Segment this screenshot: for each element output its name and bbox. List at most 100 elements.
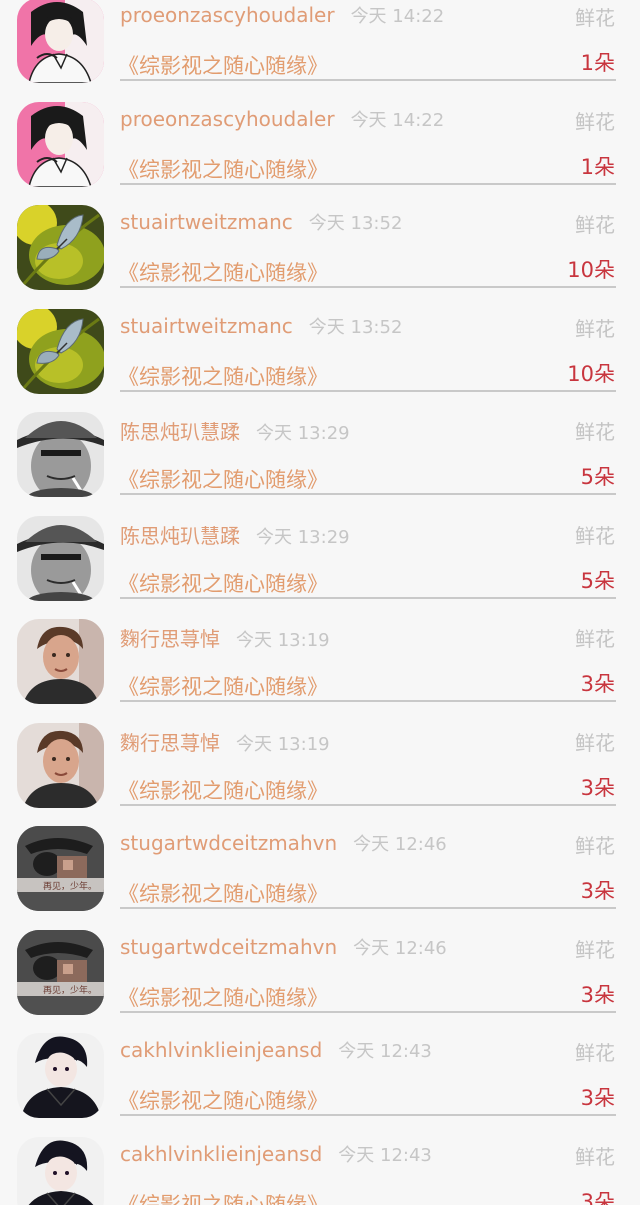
book-title-link[interactable]: 《综影视之随心随缘》 bbox=[118, 982, 328, 1012]
username-line: proeonzascyhoudaler 今天 14:22 bbox=[120, 106, 444, 132]
username[interactable]: cakhlvinklieinjeansd bbox=[120, 1038, 322, 1062]
girl-hat-photo-avatar[interactable]: 再见，少年。 bbox=[17, 826, 104, 911]
row-divider bbox=[120, 389, 616, 392]
gift-amount: 10朵 bbox=[567, 361, 615, 386]
gift-type-label: 鲜花 bbox=[575, 1144, 615, 1169]
gift-record-row[interactable]: 陈思炖玐慧蹂 今天 13:29 鲜花 《综影视之随心随缘》 5朵 bbox=[0, 394, 640, 498]
svg-text:再见，少年。: 再见，少年。 bbox=[43, 880, 97, 892]
gift-time: 今天 12:46 bbox=[353, 834, 447, 855]
gift-amount: 3朵 bbox=[580, 672, 615, 696]
gift-amount: 3朵 bbox=[580, 982, 615, 1007]
gift-amount: 3朵 bbox=[580, 775, 615, 800]
book-title-link[interactable]: 《综影视之随心随缘》 bbox=[118, 1085, 328, 1115]
book-title-link[interactable]: 《综影视之随心随缘》 bbox=[118, 568, 328, 598]
username[interactable]: stugartwdceitzmahvn bbox=[120, 935, 337, 959]
book-title-link[interactable]: 《综影视之随心随缘》 bbox=[118, 361, 328, 391]
gift-time: 今天 13:19 bbox=[236, 733, 330, 755]
row-divider bbox=[120, 803, 616, 806]
gift-type-label: 鲜花 bbox=[575, 937, 615, 962]
gift-amount: 3朵 bbox=[580, 1189, 615, 1205]
username[interactable]: proeonzascyhoudaler bbox=[120, 107, 335, 131]
gift-type-label: 鲜花 bbox=[575, 213, 615, 237]
username-line: stuairtweitzmanc 今天 13:52 bbox=[120, 209, 402, 235]
book-title-link[interactable]: 《综影视之随心随缘》 bbox=[118, 50, 328, 80]
anime-girl-pink-avatar[interactable] bbox=[17, 101, 104, 187]
username-line: stuairtweitzmanc 今天 13:52 bbox=[120, 313, 402, 339]
username[interactable]: 麴行思荨悼 bbox=[120, 731, 220, 755]
gift-record-row[interactable]: proeonzascyhoudaler 今天 14:22 鲜花 《综影视之随心随缘… bbox=[0, 84, 640, 188]
gift-record-row[interactable]: 陈思炖玐慧蹂 今天 13:29 鲜花 《综影视之随心随缘》 5朵 bbox=[0, 498, 640, 602]
username[interactable]: proeonzascyhoudaler bbox=[120, 3, 335, 27]
username-line: stugartwdceitzmahvn 今天 12:46 bbox=[120, 934, 447, 960]
gift-type-label: 鲜花 bbox=[575, 109, 615, 134]
gift-amount: 5朵 bbox=[580, 465, 615, 489]
row-divider bbox=[120, 1010, 616, 1013]
gift-record-row[interactable]: proeonzascyhoudaler 今天 14:22 鲜花 《综影视之随心随缘… bbox=[0, 0, 640, 84]
username[interactable]: stuairtweitzmanc bbox=[120, 314, 293, 338]
gift-record-row[interactable]: 再见，少年。 stugartwdceitzmahvn 今天 12:46 鲜花 《综… bbox=[0, 808, 640, 912]
gift-record-row[interactable]: 再见，少年。 stugartwdceitzmahvn 今天 12:46 鲜花 《综… bbox=[0, 912, 640, 1016]
username[interactable]: 陈思炖玐慧蹂 bbox=[120, 524, 240, 548]
butterfly-leaf-avatar[interactable] bbox=[17, 308, 104, 394]
username-line: stugartwdceitzmahvn 今天 12:46 bbox=[120, 830, 447, 856]
book-title-link[interactable]: 《综影视之随心随缘》 bbox=[118, 154, 328, 184]
row-divider bbox=[120, 493, 616, 495]
username-line: 麴行思荨悼 今天 13:19 bbox=[120, 623, 330, 652]
username-line: cakhlvinklieinjeansd 今天 12:43 bbox=[120, 1037, 432, 1063]
row-divider bbox=[120, 700, 616, 702]
gift-record-row[interactable]: 麴行思荨悼 今天 13:19 鲜花 《综影视之随心随缘》 3朵 bbox=[0, 601, 640, 705]
svg-text:再见，少年。: 再见，少年。 bbox=[43, 984, 97, 996]
gift-amount: 3朵 bbox=[580, 879, 615, 903]
row-divider bbox=[120, 596, 616, 599]
young-man-portrait-avatar[interactable] bbox=[17, 722, 104, 808]
gift-amount: 1朵 bbox=[580, 51, 615, 75]
gift-record-row[interactable]: 麴行思荨悼 今天 13:19 鲜花 《综影视之随心随缘》 3朵 bbox=[0, 705, 640, 809]
gift-time: 今天 13:52 bbox=[308, 316, 403, 338]
gift-time: 今天 12:43 bbox=[338, 1144, 432, 1166]
username[interactable]: cakhlvinklieinjeansd bbox=[120, 1142, 322, 1166]
gift-time: 今天 12:46 bbox=[353, 937, 447, 959]
gift-record-row[interactable]: stuairtweitzmanc 今天 13:52 鲜花 《综影视之随心随缘》 1… bbox=[0, 291, 640, 395]
username[interactable]: 麴行思荨悼 bbox=[120, 627, 220, 651]
gift-type-label: 鲜花 bbox=[575, 1041, 615, 1065]
row-divider bbox=[120, 1114, 616, 1116]
username[interactable]: stugartwdceitzmahvn bbox=[120, 831, 337, 855]
girl-hat-photo-avatar[interactable]: 再见，少年。 bbox=[17, 929, 104, 1015]
row-divider bbox=[120, 79, 616, 81]
gift-time: 今天 13:29 bbox=[256, 423, 350, 444]
anime-boy-dark-avatar[interactable] bbox=[17, 1033, 104, 1118]
username-line: proeonzascyhoudaler 今天 14:22 bbox=[120, 2, 444, 28]
book-title-link[interactable]: 《综影视之随心随缘》 bbox=[118, 878, 328, 908]
gift-time: 今天 14:22 bbox=[350, 109, 445, 131]
gift-record-row[interactable]: cakhlvinklieinjeansd 今天 12:43 鲜花 《综影视之随心随… bbox=[0, 1015, 640, 1119]
gift-time: 今天 13:19 bbox=[236, 630, 330, 651]
man-hat-cigarette-avatar[interactable] bbox=[17, 412, 104, 497]
young-man-portrait-avatar[interactable] bbox=[17, 619, 104, 704]
book-title-link[interactable]: 《综影视之随心随缘》 bbox=[118, 464, 328, 494]
anime-boy-dark-avatar[interactable] bbox=[17, 1136, 104, 1205]
username[interactable]: 陈思炖玐慧蹂 bbox=[120, 420, 240, 444]
gift-record-list[interactable]: proeonzascyhoudaler 今天 14:22 鲜花 《综影视之随心随缘… bbox=[0, 0, 640, 1205]
book-title-link[interactable]: 《综影视之随心随缘》 bbox=[118, 1189, 328, 1205]
gift-record-row[interactable]: cakhlvinklieinjeansd 今天 12:43 鲜花 《综影视之随心随… bbox=[0, 1119, 640, 1205]
anime-girl-pink-avatar[interactable] bbox=[17, 0, 104, 83]
book-title-link[interactable]: 《综影视之随心随缘》 bbox=[118, 775, 328, 805]
gift-record-row[interactable]: stuairtweitzmanc 今天 13:52 鲜花 《综影视之随心随缘》 1… bbox=[0, 187, 640, 291]
gift-type-label: 鲜花 bbox=[575, 627, 615, 651]
gift-type-label: 鲜花 bbox=[575, 834, 615, 858]
gift-type-label: 鲜花 bbox=[575, 730, 615, 755]
butterfly-leaf-avatar[interactable] bbox=[17, 205, 104, 290]
book-title-link[interactable]: 《综影视之随心随缘》 bbox=[118, 257, 328, 287]
username-line: 麴行思荨悼 今天 13:19 bbox=[120, 727, 330, 756]
man-hat-cigarette-avatar[interactable] bbox=[17, 515, 104, 601]
username[interactable]: stuairtweitzmanc bbox=[120, 210, 293, 234]
username-line: 陈思炖玐慧蹂 今天 13:29 bbox=[120, 520, 350, 549]
gift-type-label: 鲜花 bbox=[575, 316, 615, 341]
gift-type-label: 鲜花 bbox=[575, 523, 615, 548]
book-title-link[interactable]: 《综影视之随心随缘》 bbox=[118, 671, 328, 701]
gift-type-label: 鲜花 bbox=[575, 420, 615, 444]
username-line: 陈思炖玐慧蹂 今天 13:29 bbox=[120, 416, 350, 445]
gift-amount: 5朵 bbox=[580, 568, 615, 593]
gift-time: 今天 13:29 bbox=[256, 526, 350, 548]
gift-time: 今天 13:52 bbox=[308, 213, 403, 234]
